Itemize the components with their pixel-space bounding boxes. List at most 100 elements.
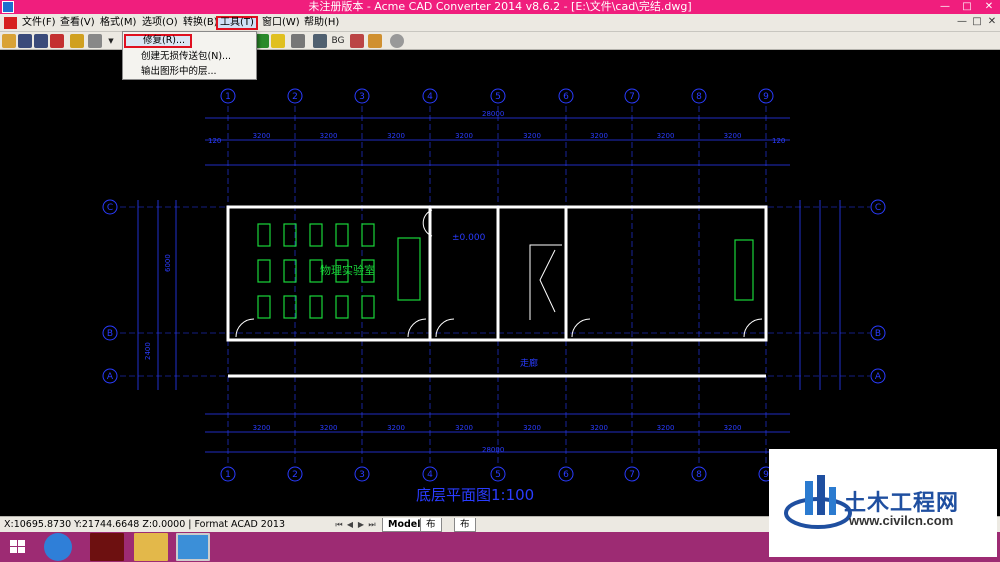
lab-bench — [283, 223, 297, 247]
grid-bubble-label: 2 — [292, 92, 298, 102]
side-dimension-6000: 6000 — [164, 254, 172, 272]
menu-file[interactable]: 文件(F) — [20, 16, 58, 30]
lab-bench — [309, 223, 323, 247]
lightning-icon[interactable] — [271, 34, 285, 48]
grid-bubble-label: 4 — [427, 470, 433, 480]
grid-bubble-label: 9 — [763, 92, 769, 102]
menu-window[interactable]: 窗口(W) — [260, 16, 302, 30]
staircase — [529, 244, 562, 320]
grid-bubble-label: 1 — [225, 470, 231, 480]
info-icon[interactable] — [390, 34, 404, 48]
grid-bubble-label: 7 — [629, 470, 635, 480]
close-button[interactable]: ✕ — [978, 0, 1000, 14]
civilcn-logo-icon — [784, 475, 852, 529]
palette-icon[interactable] — [350, 34, 364, 48]
bay-dimension-label: 3200 — [523, 132, 541, 140]
layers-icon[interactable] — [291, 34, 305, 48]
zoom-icon[interactable] — [255, 34, 269, 48]
grid-bubble-label: 8 — [696, 92, 702, 102]
print-icon[interactable] — [88, 34, 102, 48]
save-icon[interactable] — [18, 34, 32, 48]
grid-bubble-label: C — [875, 203, 881, 213]
lab-bench — [257, 223, 271, 247]
menu-bar: 文件(F) 查看(V) 格式(M) 选项(O) 转换(B) 工具(T) 窗口(W… — [0, 14, 1000, 32]
bay-dimension-label: 3200 — [523, 424, 541, 432]
title-bar: 未注册版本 - Acme CAD Converter 2014 v8.6.2 -… — [0, 0, 1000, 14]
bay-dimension-label: 3200 — [320, 132, 338, 140]
background-button[interactable]: BG — [330, 34, 346, 48]
grid-bubble-label: 6 — [563, 470, 569, 480]
document-icon[interactable] — [4, 17, 17, 29]
lab-bench — [257, 259, 271, 283]
film-icon[interactable] — [313, 34, 327, 48]
open-icon[interactable] — [2, 34, 16, 48]
grid-bubble-label: 1 — [225, 92, 231, 102]
grid-bubble-label: C — [107, 203, 113, 213]
tools-dropdown-menu: 修复(R)... 创建无损传送包(N)... 输出图形中的层... — [122, 31, 257, 80]
grid-bubble-label: A — [875, 372, 882, 382]
chevron-down-icon[interactable]: ▼ — [104, 34, 118, 48]
cad-drawing: 1122334455667788993200320032003200320032… — [102, 88, 886, 504]
grid-bubble-label: 5 — [495, 470, 501, 480]
bay-dimension-label: 3200 — [724, 132, 742, 140]
grid-bubble-label: A — [107, 372, 114, 382]
export-icon[interactable] — [50, 34, 64, 48]
prev-tab-icon[interactable]: ◀ — [345, 519, 355, 531]
internet-explorer-icon[interactable] — [44, 533, 72, 561]
overall-dimension-top: 28000 — [482, 110, 504, 118]
next-tab-icon[interactable]: ▶ — [356, 519, 366, 531]
windows-start-icon[interactable] — [10, 540, 26, 554]
bay-dimension-label: 3200 — [455, 132, 473, 140]
grid-bubble-label: 3 — [359, 470, 365, 480]
lab-bench — [335, 295, 349, 319]
menu-convert[interactable]: 转换(B) — [181, 16, 220, 30]
watermark-url: www.civilcn.com — [849, 513, 954, 528]
mdi-restore-icon[interactable]: □ — [971, 16, 983, 28]
minimize-button[interactable]: — — [934, 0, 956, 14]
menu-options[interactable]: 选项(O) — [140, 16, 180, 30]
overall-dimension-bottom: 28000 — [482, 446, 504, 454]
site-watermark: 土木工程网 www.civilcn.com — [769, 449, 997, 557]
grid-bubble-label: 7 — [629, 92, 635, 102]
elevation-label: ±0.000 — [452, 233, 486, 243]
bay-dimension-label: 3200 — [253, 132, 271, 140]
file-explorer-icon[interactable] — [134, 533, 168, 561]
menu-repair[interactable]: 修复(R)... — [124, 34, 192, 48]
mdi-close-icon[interactable]: ✕ — [986, 16, 998, 28]
menu-view[interactable]: 查看(V) — [58, 16, 97, 30]
lab-bench — [309, 295, 323, 319]
lab-bench — [257, 295, 271, 319]
bay-dimension-label: 3200 — [724, 424, 742, 432]
menu-help[interactable]: 帮助(H) — [302, 16, 341, 30]
menu-format[interactable]: 格式(M) — [98, 16, 138, 30]
grid-bubble-label: 3 — [359, 92, 365, 102]
lab-bench — [361, 223, 375, 247]
drawing-title: 底层平面图1:100 — [416, 486, 534, 504]
lab-bench — [361, 295, 375, 319]
tab-layout2[interactable]: 布局2 — [454, 518, 476, 556]
lab-bench — [335, 223, 349, 247]
bay-dimension-label: 3200 — [387, 424, 405, 432]
dimension-end-right: 120 — [772, 137, 785, 145]
first-tab-icon[interactable]: ⏮ — [334, 519, 344, 531]
window-title: 未注册版本 - Acme CAD Converter 2014 v8.6.2 -… — [308, 0, 692, 13]
grid-bubble-label: B — [875, 329, 881, 339]
menu-export-layers[interactable]: 输出图形中的层... — [124, 65, 255, 79]
last-tab-icon[interactable]: ⏭ — [367, 519, 377, 531]
maximize-button[interactable]: □ — [956, 0, 978, 14]
convert-icon[interactable] — [70, 34, 84, 48]
room-label-lab: 物理实验室 — [320, 263, 375, 277]
tab-layout1[interactable]: 布局1 — [420, 518, 442, 556]
acme-cad-task-icon[interactable] — [176, 533, 210, 561]
drawing-canvas[interactable]: 1 1 2 2 3 3 4 4 5 5 6 6 7 7 8 8 9 9 3200 3200 3200 3200 3200 32… — [0, 50, 1000, 516]
save-as-icon[interactable] — [34, 34, 48, 48]
lab-bench — [283, 295, 297, 319]
bay-dimension-label: 3200 — [657, 424, 675, 432]
mdi-minimize-icon[interactable]: — — [956, 16, 968, 28]
home-icon[interactable] — [368, 34, 382, 48]
menu-create-etransmit[interactable]: 创建无损传送包(N)... — [124, 50, 255, 64]
autocad-icon[interactable] — [90, 533, 124, 561]
coordinates-readout: X:10695.8730 Y:21744.6648 Z:0.0000 | For… — [4, 519, 285, 530]
corridor-label: 走廊 — [520, 357, 538, 369]
menu-tools[interactable]: 工具(T) — [216, 16, 258, 30]
